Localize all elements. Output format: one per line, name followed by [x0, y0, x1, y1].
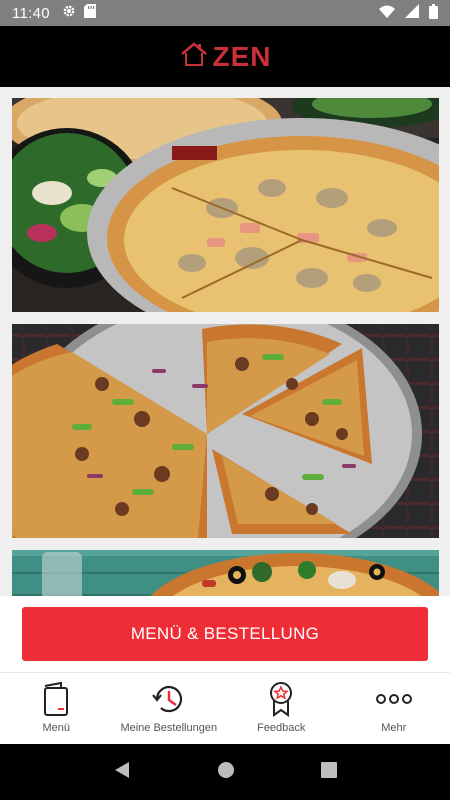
cta-bar: MENÜ & BESTELLUNG [0, 596, 450, 672]
promo-feed[interactable] [0, 87, 450, 596]
signal-icon [405, 4, 419, 22]
brand-logo: ZEN [179, 41, 272, 73]
logo-text: ZEN [212, 40, 272, 72]
tab-my-orders[interactable]: Meine Bestellungen [113, 673, 226, 744]
recents-icon[interactable] [321, 761, 337, 783]
home-icon[interactable] [217, 761, 235, 784]
house-icon [179, 41, 209, 72]
promo-card[interactable] [12, 98, 439, 312]
tab-feedback-label: Feedback [257, 722, 306, 734]
gear-icon [62, 4, 76, 22]
status-time: 11:40 [12, 4, 50, 22]
bottom-tab-bar: Menü Meine Bestellungen Feedback Mehr [0, 672, 450, 744]
status-bar: 11:40 [0, 0, 450, 26]
menu-book-icon [41, 681, 71, 717]
system-navigation-bar [0, 744, 450, 800]
history-clock-icon [150, 681, 188, 717]
tab-feedback[interactable]: Feedback [225, 673, 338, 744]
more-dots-icon [375, 681, 413, 717]
menu-order-button[interactable]: MENÜ & BESTELLUNG [22, 607, 428, 661]
promo-card[interactable] [12, 324, 439, 538]
app-header: ZEN [0, 26, 450, 87]
award-star-icon [266, 681, 296, 717]
tab-menu-label: Menü [42, 722, 71, 734]
promo-card[interactable] [12, 550, 439, 596]
pizza-beef-pepper-photo [12, 324, 439, 538]
tab-more-label: Mehr [381, 722, 407, 734]
back-icon[interactable] [113, 761, 131, 784]
pizza-ham-mushroom-photo [12, 98, 439, 312]
sd-card-icon [83, 4, 96, 22]
battery-icon [429, 3, 438, 23]
pizza-olive-broccoli-photo [12, 550, 439, 596]
tab-menu[interactable]: Menü [0, 673, 113, 744]
tab-my-orders-label: Meine Bestellungen [120, 722, 218, 734]
tab-more[interactable]: Mehr [338, 673, 450, 744]
wifi-icon [379, 5, 395, 22]
